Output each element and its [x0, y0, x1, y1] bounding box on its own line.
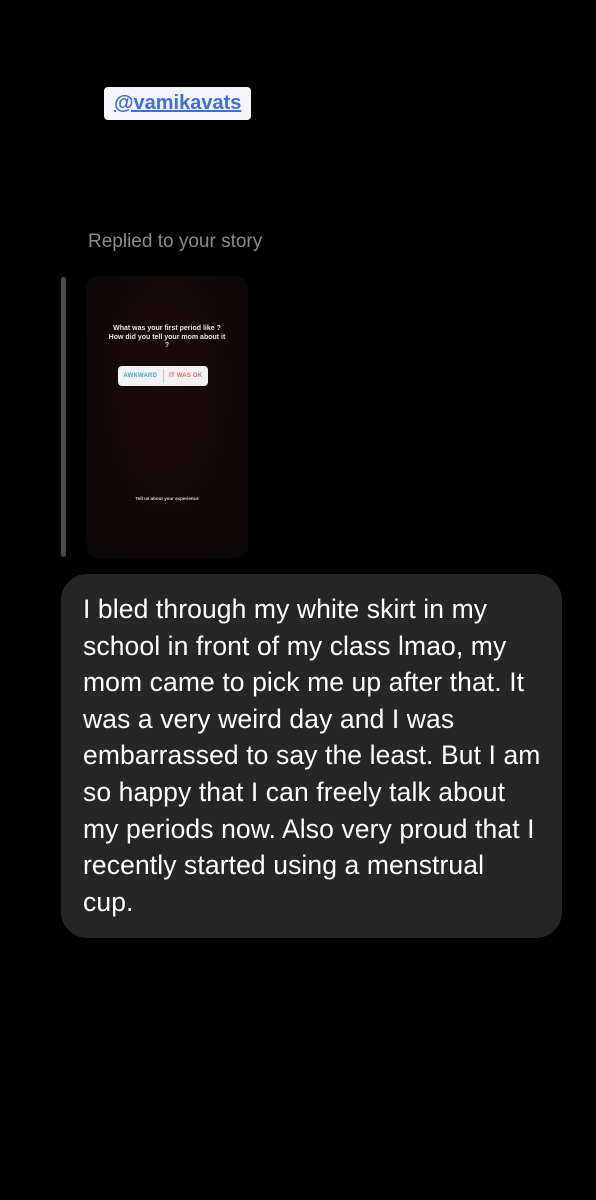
message-bubble[interactable]: I bled through my white skirt in my scho… — [61, 574, 562, 938]
story-footer-text: Tell us about your experience — [135, 496, 199, 501]
poll-option-awkward: AWKWARD — [123, 373, 158, 379]
story-question-text: What was your first period like ? How di… — [108, 325, 226, 349]
mention-username-link[interactable]: @vamikavats — [104, 87, 252, 120]
reply-quote-bar — [61, 277, 66, 557]
replied-to-story-label: Replied to your story — [88, 231, 263, 252]
poll-option-it-was-ok: IT WAS OK — [169, 373, 203, 379]
message-text: I bled through my white skirt in my scho… — [83, 594, 541, 917]
story-poll-sticker: AWKWARD IT WAS OK — [118, 366, 208, 386]
story-preview-thumbnail[interactable]: What was your first period like ? How di… — [86, 276, 248, 558]
